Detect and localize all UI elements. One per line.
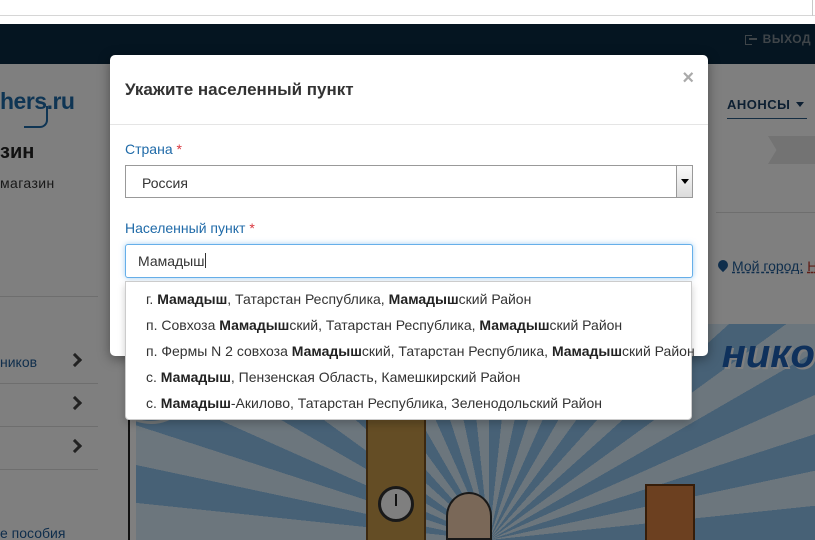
city-input[interactable]: Мамадыш bbox=[125, 244, 693, 278]
suggestion-text: -Акилово, Татарстан Республика, Зеленодо… bbox=[230, 395, 602, 411]
required-mark: * bbox=[176, 141, 182, 157]
match-highlight: Мамадыш bbox=[551, 343, 623, 359]
modal-header: Укажите населенный пункт × bbox=[110, 55, 708, 125]
required-mark: * bbox=[249, 220, 255, 236]
match-highlight: Мамадыш bbox=[291, 343, 362, 359]
city-suggestions-dropdown: г. Мамадыш, Татарстан Республика, Мамады… bbox=[125, 281, 695, 420]
match-highlight: Мамадыш bbox=[388, 291, 459, 307]
city-input-value: Мамадыш bbox=[138, 253, 207, 269]
chevron-down-icon bbox=[681, 179, 689, 184]
suggestion-item[interactable]: с. Мамадыш-Акилово, Татарстан Республика… bbox=[146, 393, 602, 413]
country-select-value: Россия bbox=[142, 175, 188, 191]
browser-toolbar bbox=[0, 0, 815, 16]
suggestion-text: п. Совхоза bbox=[146, 317, 220, 333]
modal-title: Укажите населенный пункт bbox=[125, 80, 354, 99]
close-icon[interactable]: × bbox=[682, 68, 694, 88]
city-label: Населенный пункт * bbox=[125, 220, 255, 236]
suggestion-text: с. bbox=[146, 395, 161, 411]
suggestion-item[interactable]: п. Совхоза Мамадышский, Татарстан Респуб… bbox=[146, 315, 622, 335]
match-highlight: Мамадыш bbox=[157, 291, 228, 307]
match-highlight: Мамадыш bbox=[160, 369, 231, 385]
suggestion-text: ский, Татарстан Республика, bbox=[289, 317, 480, 333]
country-label-text: Страна bbox=[125, 141, 173, 157]
country-label: Страна * bbox=[125, 141, 182, 157]
city-input-text: Мамадыш bbox=[138, 253, 205, 269]
suggestion-item[interactable]: п. Фермы N 2 совхоза Мамадышский, Татарс… bbox=[146, 341, 695, 361]
suggestion-text: п. Фермы N 2 совхоза bbox=[146, 343, 292, 359]
city-label-text: Населенный пункт bbox=[125, 220, 246, 236]
match-highlight: Мамадыш bbox=[479, 317, 550, 333]
text-cursor bbox=[205, 253, 207, 268]
suggestion-text: , Пензенская Область, Камешкирский Район bbox=[230, 369, 521, 385]
country-select[interactable]: Россия bbox=[125, 165, 693, 198]
suggestion-text: с. bbox=[146, 369, 161, 385]
suggestion-text: ский Район bbox=[622, 343, 695, 359]
suggestion-text: г. bbox=[146, 291, 158, 307]
suggestion-text: ский Район bbox=[458, 291, 532, 307]
suggestion-text: ский Район bbox=[549, 317, 623, 333]
suggestion-text: , Татарстан Республика, bbox=[227, 291, 389, 307]
match-highlight: Мамадыш bbox=[219, 317, 290, 333]
suggestion-text: ский, Татарстан Республика, bbox=[361, 343, 552, 359]
select-arrow-button[interactable] bbox=[676, 166, 692, 197]
suggestion-item[interactable]: г. Мамадыш, Татарстан Республика, Мамады… bbox=[146, 289, 531, 309]
match-highlight: Мамадыш bbox=[160, 395, 231, 411]
suggestion-item[interactable]: с. Мамадыш, Пензенская Область, Камешкир… bbox=[146, 367, 520, 387]
